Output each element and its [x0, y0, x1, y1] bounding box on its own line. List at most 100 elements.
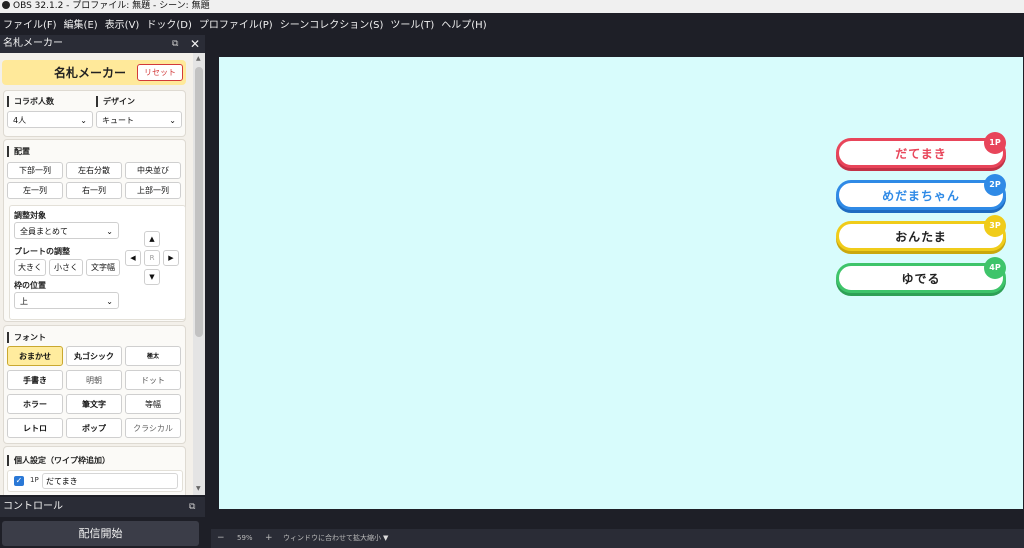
adjust-panel: 調整対象 全員まとめて ⌄ プレートの調整 大きく 小さく 文字幅 枠の位置 上 ⌄…: [9, 205, 186, 320]
header-title: 名札メーカー: [54, 66, 127, 80]
controls-dock-titlebar: コントロール ⧉: [0, 497, 205, 517]
player1-name-input[interactable]: だてまき: [42, 473, 178, 489]
dock-titlebar: 名札メーカー ⧉ ✕: [0, 35, 205, 53]
font-maru-gothic-button[interactable]: 丸ゴシック: [66, 346, 122, 366]
nameplate-1: だてまき 1P: [836, 132, 1006, 168]
font-handwriting-button[interactable]: 手書き: [7, 370, 63, 390]
reset-position-button[interactable]: R: [144, 250, 160, 266]
target-label: 調整対象: [14, 211, 46, 220]
dock-title: 名札メーカー: [3, 38, 63, 49]
preview-statusbar: − 59% + ウィンドウに合わせて拡大縮小 ▼: [211, 529, 1024, 548]
layout-section: 配置 下部一列 左右分散 中央並び 左一列 右一列 上部一列 調整対象 全員まと…: [3, 139, 186, 322]
font-section: フォント おまかせ 丸ゴシック 極太 手書き 明朝 ドット ホラー 筆文字 等幅…: [3, 325, 186, 444]
target-value: 全員まとめて: [20, 227, 68, 236]
layout-bottom-row-button[interactable]: 下部一列: [7, 162, 63, 179]
personal-settings-section: 個人設定（ワイプ枠追加） ✓ 1P だてまき: [3, 446, 186, 495]
chevron-down-icon: ⌄: [106, 227, 113, 236]
font-monospace-button[interactable]: 等幅: [125, 394, 181, 414]
nameplate-3: おんたま 3P: [836, 215, 1006, 251]
scrollbar-thumb[interactable]: [195, 67, 203, 337]
char-width-button[interactable]: 文字幅: [86, 259, 120, 276]
menu-help[interactable]: ヘルプ(H): [438, 16, 490, 31]
nameplate-4: ゆでる 4P: [836, 257, 1006, 293]
menu-profile[interactable]: プロファイル(P): [196, 16, 277, 31]
frame-pos-value: 上: [20, 297, 28, 306]
layout-label: 配置: [7, 146, 30, 157]
menu-docks[interactable]: ドック(D): [143, 16, 196, 31]
design-label: デザイン: [96, 96, 135, 107]
dock-scrollbar[interactable]: ▲ ▼: [193, 53, 205, 495]
window-titlebar: OBS 32.1.2 - プロファイル: 無題 - シーン: 無題: [0, 0, 1024, 13]
chevron-down-icon: ⌄: [106, 297, 113, 306]
chevron-down-icon: ⌄: [169, 116, 176, 125]
undock-icon[interactable]: ⧉: [172, 35, 178, 53]
layout-top-row-button[interactable]: 上部一列: [125, 182, 181, 199]
zoom-in-button[interactable]: +: [265, 529, 273, 548]
layout-left-column-button[interactable]: 左一列: [7, 182, 63, 199]
controls-dock: 配信開始: [0, 517, 205, 548]
fit-to-window-label[interactable]: ウィンドウに合わせて拡大縮小: [283, 529, 381, 548]
player-badge: 1P: [984, 132, 1006, 154]
move-up-button[interactable]: ▲: [144, 231, 160, 247]
move-left-button[interactable]: ◀: [125, 250, 141, 266]
font-retro-button[interactable]: レトロ: [7, 418, 63, 438]
start-streaming-button[interactable]: 配信開始: [2, 521, 199, 546]
smaller-button[interactable]: 小さく: [49, 259, 83, 276]
zoom-level: 59%: [237, 534, 253, 542]
player-badge: 3P: [984, 215, 1006, 237]
scroll-down-icon[interactable]: ▼: [196, 485, 201, 492]
font-gokubuto-button[interactable]: 極太: [125, 346, 181, 366]
frame-pos-select[interactable]: 上 ⌄: [14, 292, 119, 309]
obs-logo-icon: [2, 1, 10, 9]
collab-label: コラボ人数: [7, 96, 54, 107]
chevron-down-icon: ⌄: [80, 116, 87, 125]
font-classical-button[interactable]: クラシカル: [125, 418, 181, 438]
chevron-down-icon[interactable]: ▼: [383, 529, 388, 548]
move-right-button[interactable]: ▶: [163, 250, 179, 266]
menu-tools[interactable]: ツール(T): [387, 16, 438, 31]
window-title: OBS 32.1.2 - プロファイル: 無題 - シーン: 無題: [13, 1, 210, 11]
controls-title: コントロール: [3, 501, 63, 512]
design-value: キュート: [102, 116, 134, 125]
layout-center-button[interactable]: 中央並び: [125, 162, 181, 179]
menu-scene-collection[interactable]: シーンコレクション(S): [277, 16, 388, 31]
dock-header-banner: 名札メーカー リセット: [2, 60, 186, 85]
menu-view[interactable]: 表示(V): [102, 16, 144, 31]
menu-edit[interactable]: 編集(E): [61, 16, 102, 31]
font-horror-button[interactable]: ホラー: [7, 394, 63, 414]
font-dot-button[interactable]: ドット: [125, 370, 181, 390]
player1-checkbox[interactable]: ✓: [14, 476, 24, 486]
target-select[interactable]: 全員まとめて ⌄: [14, 222, 119, 239]
design-select[interactable]: キュート ⌄: [96, 111, 182, 128]
menu-file[interactable]: ファイル(F): [0, 16, 61, 31]
layout-split-button[interactable]: 左右分散: [66, 162, 122, 179]
move-down-button[interactable]: ▼: [144, 269, 160, 285]
frame-pos-label: 枠の位置: [14, 281, 46, 290]
collab-count-select[interactable]: 4人 ⌄: [7, 111, 93, 128]
reset-button[interactable]: リセット: [137, 64, 183, 81]
close-icon[interactable]: ✕: [190, 35, 200, 53]
personal-label: 個人設定（ワイプ枠追加）: [7, 455, 110, 466]
undock-icon[interactable]: ⧉: [189, 497, 195, 517]
collab-design-section: コラボ人数 デザイン 4人 ⌄ キュート ⌄: [3, 90, 186, 137]
player-badge: 4P: [984, 257, 1006, 279]
collab-count-value: 4人: [13, 116, 27, 125]
scroll-up-icon[interactable]: ▲: [196, 55, 201, 62]
nameplate-name: おんたま: [895, 230, 947, 244]
nameplate-name: めだまちゃん: [882, 189, 960, 203]
plate-adjust-label: プレートの調整: [14, 247, 70, 256]
font-omakase-button[interactable]: おまかせ: [7, 346, 63, 366]
personal-row: ✓ 1P だてまき: [7, 470, 183, 492]
player-badge: 2P: [984, 174, 1006, 196]
font-mincho-button[interactable]: 明朝: [66, 370, 122, 390]
font-pop-button[interactable]: ポップ: [66, 418, 122, 438]
font-label: フォント: [7, 332, 46, 343]
nameplate-name: だてまき: [895, 147, 947, 161]
nameplate-name: ゆでる: [901, 272, 941, 286]
zoom-out-button[interactable]: −: [217, 529, 225, 548]
menu-bar: ファイル(F) 編集(E) 表示(V) ドック(D) プロファイル(P) シーン…: [0, 13, 1024, 34]
bigger-button[interactable]: 大きく: [14, 259, 46, 276]
font-brush-button[interactable]: 筆文字: [66, 394, 122, 414]
layout-right-column-button[interactable]: 右一列: [66, 182, 122, 199]
player1-tag: 1P: [30, 476, 39, 484]
